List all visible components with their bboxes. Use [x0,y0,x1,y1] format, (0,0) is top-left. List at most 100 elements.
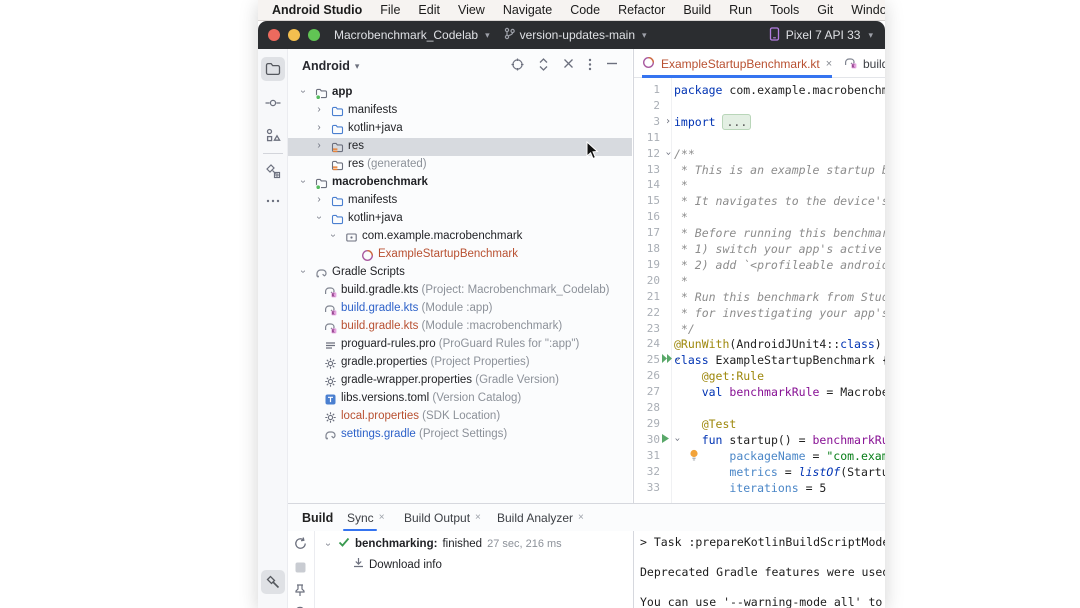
tree-item-res[interactable]: res (generated) [288,156,632,174]
menu-item-tools[interactable]: Tools [761,3,808,17]
code-line-1[interactable]: 1package com.example.macrobenchmark [634,82,885,98]
expand-all-icon[interactable] [538,58,549,71]
menu-item-android-studio[interactable]: Android Studio [263,3,371,17]
menu-item-git[interactable]: Git [808,3,842,17]
code-line-3[interactable]: 3›import ... [634,114,885,130]
close-tab-icon[interactable]: × [578,512,584,523]
code-line-29[interactable]: 29 @Test [634,416,885,432]
build-tab-build-analyzer[interactable]: Build Analyzer× [497,504,584,531]
tree-item-local-properties[interactable]: local.properties (SDK Location) [288,408,632,426]
code-line-22[interactable]: 22 * for investigating your app's pe [634,305,885,321]
stop-icon[interactable] [293,560,310,577]
chevron-icon[interactable]: › [298,177,309,187]
menu-item-view[interactable]: View [449,3,494,17]
tree-item-res[interactable]: ›res [288,138,632,156]
rerun-sync-icon[interactable] [293,536,310,553]
tree-item-gradle-scripts[interactable]: ›Gradle Scripts [288,264,632,282]
code-line-15[interactable]: 15 * It navigates to the device's ho [634,193,885,209]
code-line-18[interactable]: 18 * 1) switch your app's active bui [634,241,885,257]
code-line-14[interactable]: 14 * [634,177,885,193]
more-tool-windows-icon[interactable] [261,189,285,213]
tree-item-app[interactable]: ›app [288,84,632,102]
code-line-12[interactable]: 12›/** [634,146,885,162]
menu-item-edit[interactable]: Edit [409,3,449,17]
tree-item-build-gradle-kts[interactable]: build.gradle.kts (Module :app) [288,300,632,318]
chevron-icon[interactable]: › [314,194,324,205]
code-line-20[interactable]: 20 * [634,273,885,289]
locate-file-icon[interactable] [511,58,524,71]
close-window-button[interactable] [268,29,280,41]
build-tab-sync[interactable]: Sync× [347,504,385,531]
chevron-icon[interactable]: › [314,104,324,115]
structure-tool-icon[interactable] [261,123,285,147]
code-line-25[interactable]: 25›class ExampleStartupBenchmark { [634,352,885,368]
tree-item-manifests[interactable]: ›manifests [288,192,632,210]
menu-item-file[interactable]: File [371,3,409,17]
code-line-27[interactable]: 27 val benchmarkRule = Macrobench [634,384,885,400]
code-line-16[interactable]: 16 * [634,209,885,225]
tree-item-com-example-macrobenchmark[interactable]: ›com.example.macrobenchmark [288,228,632,246]
device-manager-tool-icon[interactable] [261,159,285,183]
chevron-icon[interactable]: › [314,122,324,133]
project-selector[interactable]: Macrobenchmark_Codelab ▾ [334,28,490,42]
code-line-23[interactable]: 23 */ [634,321,885,337]
close-tab-icon[interactable]: × [379,512,385,523]
build-task-row[interactable]: › benchmarking: finished 27 sec, 216 ms [323,537,562,551]
menu-item-navigate[interactable]: Navigate [494,3,561,17]
zoom-window-button[interactable] [308,29,320,41]
code-line-31[interactable]: 31 packageName = "com.example [634,448,885,464]
code-line-28[interactable]: 28 [634,400,885,416]
editor-tab-example-startup-benchmark[interactable]: ExampleStartupBenchmark.kt× [642,49,832,78]
build-tab-build-output[interactable]: Build Output× [404,504,481,531]
project-view-selector[interactable]: Android [302,59,350,73]
close-tab-icon[interactable]: × [475,512,481,523]
collapse-all-icon[interactable] [563,58,574,71]
tree-item-libs-versions-toml[interactable]: libs.versions.toml (Version Catalog) [288,390,632,408]
close-tab-icon[interactable]: × [826,58,832,70]
tree-item-kotlin-java[interactable]: ›kotlin+java [288,120,632,138]
build-console[interactable]: > Task :prepareKotlinBuildScriptModel UP… [633,531,885,608]
code-line-30[interactable]: 30› fun startup() = benchmarkRule. [634,432,885,448]
code-line-17[interactable]: 17 * Before running this benchmark: [634,225,885,241]
tree-item-manifests[interactable]: ›manifests [288,102,632,120]
editor-tab-build-gradle[interactable]: build.grac [844,49,885,78]
code-area[interactable]: 1package com.example.macrobenchmark23›im… [634,78,885,503]
device-selector[interactable]: Pixel 7 API 33 ▾ [769,27,873,44]
tree-item-macrobenchmark[interactable]: ›macrobenchmark [288,174,632,192]
code-line-26[interactable]: 26 @get:Rule [634,368,885,384]
menu-item-run[interactable]: Run [720,3,761,17]
tree-item-settings-gradle[interactable]: settings.gradle (Project Settings) [288,426,632,444]
code-line-32[interactable]: 32 metrics = listOf(StartupTi [634,464,885,480]
code-line-13[interactable]: 13 * This is an example startup benc [634,162,885,178]
tree-item-gradle-wrapper-properties[interactable]: gradle-wrapper.properties (Gradle Versio… [288,372,632,390]
chevron-icon[interactable]: › [314,140,324,151]
hide-panel-icon[interactable] [606,58,618,71]
minimize-window-button[interactable] [288,29,300,41]
menu-item-build[interactable]: Build [674,3,720,17]
fold-icon[interactable]: › [663,116,673,127]
tree-item-examplestartupbenchmark[interactable]: ExampleStartupBenchmark [288,246,632,264]
tree-item-kotlin-java[interactable]: ›kotlin+java [288,210,632,228]
build-tool-icon[interactable] [261,570,285,594]
tree-item-build-gradle-kts[interactable]: build.gradle.kts (Project: Macrobenchmar… [288,282,632,300]
code-line-33[interactable]: 33 iterations = 5 [634,480,885,496]
chevron-icon[interactable]: › [298,87,309,97]
code-line-21[interactable]: 21 * Run this benchmark from Studio [634,289,885,305]
tree-item-build-gradle-kts[interactable]: build.gradle.kts (Module :macrobenchmark… [288,318,632,336]
menu-item-refactor[interactable]: Refactor [609,3,674,17]
commit-tool-icon[interactable] [261,91,285,115]
project-tool-icon[interactable] [261,57,285,81]
chevron-icon[interactable]: › [314,213,325,223]
chevron-icon[interactable]: › [328,231,339,241]
vcs-branch-selector[interactable]: version-updates-main ▾ [504,27,647,43]
pin-icon[interactable] [293,583,310,600]
code-line-19[interactable]: 19 * 2) add `<profileable android:sh [634,257,885,273]
code-line-11[interactable]: 11 [634,130,885,146]
chevron-icon[interactable]: › [298,267,309,277]
menu-item-window[interactable]: Window [842,3,885,17]
build-subtask-row[interactable]: Download info [353,557,442,572]
options-menu-icon[interactable] [588,58,592,71]
code-line-24[interactable]: 24@RunWith(AndroidJUnit4::class) [634,336,885,352]
run-gutter-icon[interactable] [661,433,670,447]
menu-item-code[interactable]: Code [561,3,609,17]
